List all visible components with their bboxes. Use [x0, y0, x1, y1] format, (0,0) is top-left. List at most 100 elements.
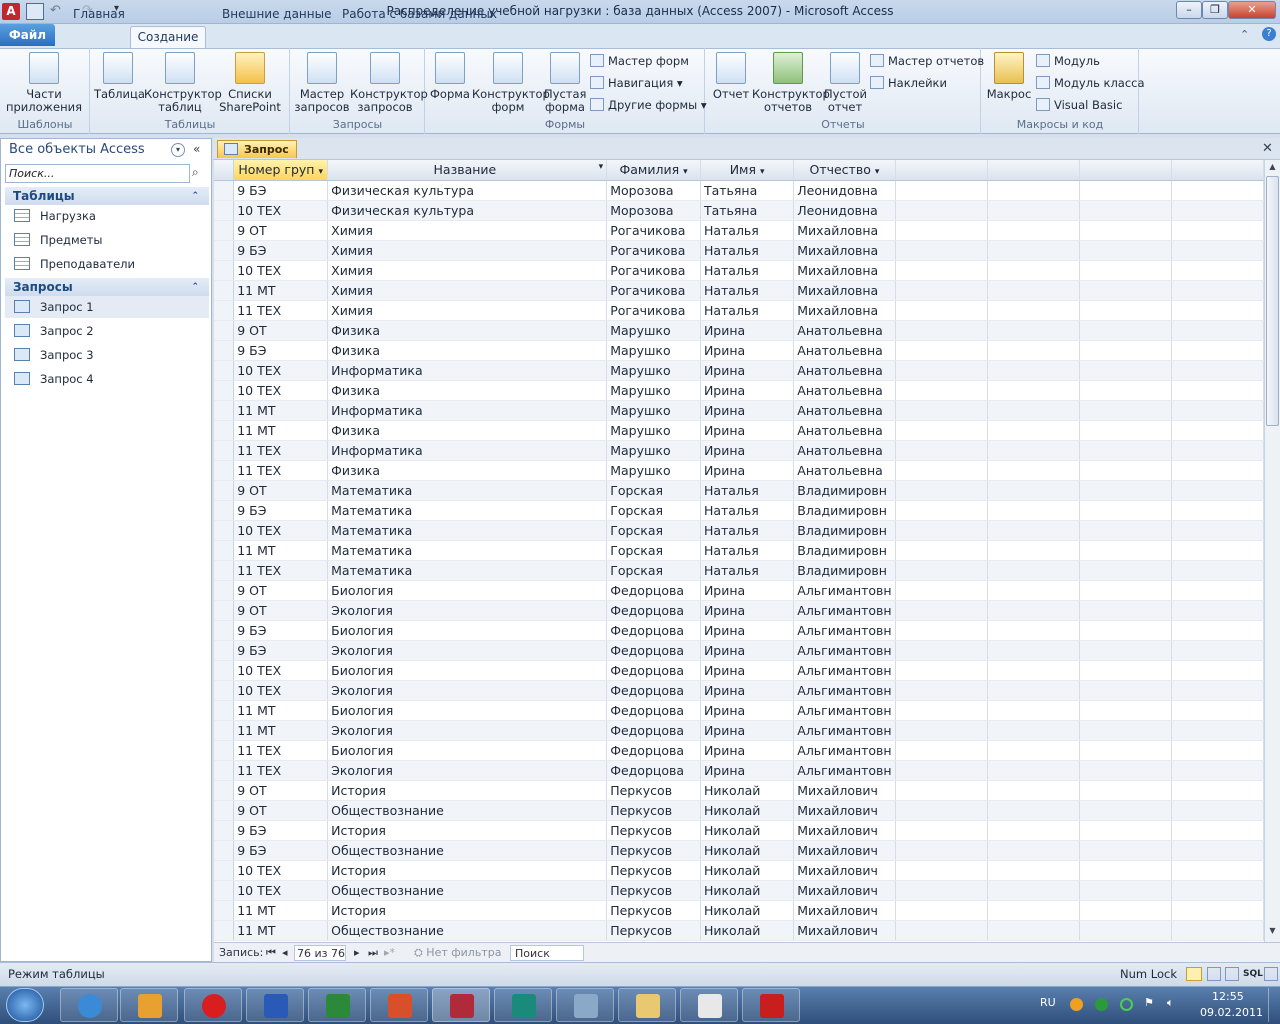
row-selector[interactable] [214, 680, 235, 701]
navigation-button[interactable]: Навигация ▾ [590, 74, 683, 92]
table-cell[interactable]: Горская [606, 560, 701, 581]
table-cell[interactable]: Горская [606, 500, 701, 521]
table-cell[interactable]: История [327, 780, 608, 801]
table-cell[interactable]: 11 МТ [233, 400, 329, 421]
table-cell[interactable]: Ирина [700, 360, 795, 381]
table-row[interactable]: 10 ТЕХ История Перкусов Николай Михайлович [214, 860, 1264, 881]
table-cell[interactable]: 9 ОТ [233, 580, 329, 601]
row-selector[interactable] [214, 780, 235, 801]
table-cell[interactable]: Марушко [606, 440, 701, 461]
row-selector[interactable] [214, 480, 235, 501]
table-cell[interactable]: Татьяна [700, 200, 795, 221]
row-selector[interactable] [214, 520, 235, 541]
table-row[interactable]: 11 МТ Химия Рогачикова Наталья Михайловна [214, 280, 1264, 301]
scroll-thumb[interactable] [1266, 176, 1279, 426]
table-cell[interactable]: Михайлович [793, 880, 896, 901]
table-cell[interactable]: 10 ТЕХ [233, 660, 329, 681]
table-cell[interactable]: Владимировн [793, 540, 896, 561]
table-cell[interactable]: Федорцова [606, 740, 701, 761]
last-record-icon[interactable]: ⏭ [368, 943, 378, 963]
table-row[interactable]: 11 ТЕХ Экология Федорцова Ирина Альгимантовн [214, 760, 1264, 781]
taskbar-explorer[interactable] [618, 988, 676, 1022]
table-cell[interactable]: История [327, 820, 608, 841]
table-cell[interactable]: Экология [327, 640, 608, 661]
table-cell[interactable]: Анатольевна [793, 340, 896, 361]
table-cell[interactable]: 11 МТ [233, 540, 329, 561]
table-cell[interactable]: 10 ТЕХ [233, 680, 329, 701]
table-cell[interactable]: 11 МТ [233, 720, 329, 741]
table-cell[interactable]: Ирина [700, 580, 795, 601]
table-cell[interactable]: Биология [327, 620, 608, 641]
table-cell[interactable]: 9 ОТ [233, 480, 329, 501]
table-cell[interactable]: Николай [700, 880, 795, 901]
table-cell[interactable]: Альгимантовн [793, 760, 896, 781]
row-selector[interactable] [214, 620, 235, 641]
tab-file[interactable]: Файл [0, 24, 55, 46]
table-cell[interactable]: 9 ОТ [233, 800, 329, 821]
row-selector[interactable] [214, 400, 235, 421]
table-cell[interactable]: Татьяна [700, 180, 795, 201]
table-cell[interactable]: Ирина [700, 680, 795, 701]
table-cell[interactable]: Михайлович [793, 840, 896, 861]
table-row[interactable]: 10 ТЕХ Физика Марушко Ирина Анатольевна [214, 380, 1264, 401]
help-icon[interactable]: ? [1262, 27, 1276, 41]
nav-item-table-load[interactable]: Нагрузка [14, 205, 209, 227]
table-cell[interactable]: Михайлович [793, 900, 896, 921]
table-cell[interactable]: Математика [327, 500, 608, 521]
table-cell[interactable]: 9 БЭ [233, 240, 329, 261]
table-cell[interactable]: Альгимантовн [793, 720, 896, 741]
prev-record-icon[interactable]: ◂ [282, 943, 288, 963]
column-header-patronymic[interactable]: Отчество ▾ [793, 160, 896, 181]
collapse-icon[interactable]: ⌃ [191, 278, 199, 296]
table-row[interactable]: 9 БЭ Биология Федорцова Ирина Альгимантовн [214, 620, 1264, 641]
row-selector[interactable] [214, 900, 235, 921]
table-row[interactable]: 10 ТЕХ Обществознание Перкусов Николай Михай… [214, 880, 1264, 901]
new-record-icon[interactable]: ▸* [384, 943, 395, 963]
macro-button[interactable]: Макрос [986, 52, 1032, 101]
table-row[interactable]: 9 ОТ Экология Федорцова Ирина Альгимантовн [214, 600, 1264, 621]
row-selector[interactable] [214, 560, 235, 581]
table-cell[interactable]: 10 ТЕХ [233, 360, 329, 381]
table-cell[interactable]: Марушко [606, 460, 701, 481]
table-cell[interactable]: Перкусов [606, 920, 701, 941]
table-row[interactable]: 11 МТ Физика Марушко Ирина Анатольевна [214, 420, 1264, 441]
table-cell[interactable]: Николай [700, 840, 795, 861]
table-cell[interactable]: Николай [700, 820, 795, 841]
table-row[interactable]: 9 ОТ Биология Федорцова Ирина Альгимантовн [214, 580, 1264, 601]
table-cell[interactable]: Биология [327, 580, 608, 601]
table-cell[interactable]: 11 ТЕХ [233, 560, 329, 581]
table-cell[interactable]: Николай [700, 900, 795, 921]
clock-time[interactable]: 12:55 [1212, 990, 1244, 1003]
collapse-icon[interactable]: ⌃ [191, 187, 199, 205]
show-desktop-button[interactable] [1268, 988, 1280, 1022]
row-selector[interactable] [214, 800, 235, 821]
table-cell[interactable]: Химия [327, 300, 608, 321]
table-design-button[interactable]: Конструктор таблиц [144, 52, 222, 114]
row-selector[interactable] [214, 200, 235, 221]
table-cell[interactable]: Обществознание [327, 800, 608, 821]
nav-section-tables[interactable]: Таблицы ⌃ [5, 187, 209, 205]
table-cell[interactable]: 10 ТЕХ [233, 380, 329, 401]
tray-network-status-icon[interactable] [1120, 998, 1133, 1011]
table-cell[interactable]: Михайловна [793, 240, 896, 261]
tray-antivirus-icon[interactable] [1095, 998, 1108, 1011]
row-selector[interactable] [214, 340, 235, 361]
row-selector[interactable] [214, 260, 235, 281]
table-cell[interactable]: Анатольевна [793, 440, 896, 461]
table-cell[interactable]: Николай [700, 780, 795, 801]
table-row[interactable]: 9 БЭ Обществознание Перкусов Николай Михайло… [214, 840, 1264, 861]
table-cell[interactable]: Ирина [700, 440, 795, 461]
table-cell[interactable]: Ирина [700, 760, 795, 781]
table-cell[interactable]: Рогачикова [606, 220, 701, 241]
tab-database-tools[interactable]: Работа с базами данных [342, 4, 497, 24]
row-selector[interactable] [214, 240, 235, 261]
taskbar-access[interactable] [432, 988, 490, 1022]
table-cell[interactable]: 9 БЭ [233, 820, 329, 841]
table-cell[interactable]: Ирина [700, 620, 795, 641]
row-selector[interactable] [214, 460, 235, 481]
table-cell[interactable]: Михайлович [793, 860, 896, 881]
first-record-icon[interactable]: ⏮ [266, 943, 276, 963]
table-cell[interactable]: Михайлович [793, 920, 896, 941]
form-wizard-button[interactable]: Мастер форм [590, 52, 689, 70]
pivottable-view-icon[interactable] [1207, 967, 1221, 981]
